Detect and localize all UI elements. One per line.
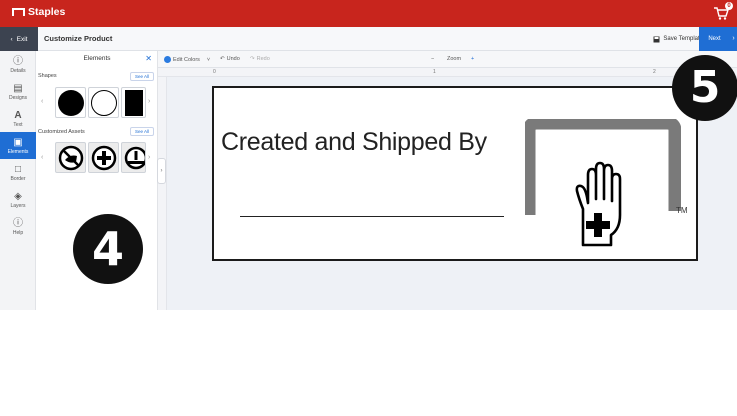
redo-label: Redo xyxy=(256,56,270,62)
rail-label: Border xyxy=(10,175,26,182)
rail-item-designs[interactable]: ▤ Designs xyxy=(0,78,36,105)
canvas-toolbar: Edit Colors ˅ ↶ Undo ↷ Redo − Zoom + xyxy=(158,51,737,68)
next-button[interactable]: Next xyxy=(699,27,730,51)
top-ruler: 0 1 2 xyxy=(158,68,737,77)
layers-icon: ◈ xyxy=(14,190,22,202)
step-callout-5: 5 xyxy=(672,55,737,121)
rail-item-details[interactable]: ⓘ Details xyxy=(0,51,36,78)
save-icon xyxy=(653,36,660,42)
undo-icon: ↶ xyxy=(220,56,225,62)
page-title: Customize Product xyxy=(44,34,113,43)
chevron-right-icon[interactable]: › xyxy=(148,98,150,105)
rail-label: Help xyxy=(12,229,24,236)
info-icon: ⓘ xyxy=(13,55,23,67)
rail-label: Layers xyxy=(10,202,26,209)
shape-filled-rectangle[interactable] xyxy=(121,87,146,118)
step-callout-4: 4 xyxy=(73,214,143,284)
border-icon: □ xyxy=(14,163,22,175)
edit-colors-button[interactable]: Edit Colors ˅ xyxy=(164,56,210,63)
rail-label: Designs xyxy=(8,94,28,101)
trademark-mark: TM xyxy=(676,206,688,215)
exit-button[interactable]: ‹ Exit xyxy=(0,27,38,51)
help-icon: ⓘ xyxy=(13,217,23,229)
panel-title: Elements xyxy=(83,55,111,62)
brand-bar: Staples 0 xyxy=(0,0,737,27)
chevron-left-icon[interactable]: ‹ xyxy=(41,154,43,161)
brand-name: Staples xyxy=(28,6,66,18)
zoom-in-button[interactable]: + xyxy=(471,56,474,62)
redo-button[interactable]: ↷ Redo xyxy=(250,56,270,62)
edit-colors-label: Edit Colors xyxy=(173,56,200,63)
left-ruler xyxy=(158,77,167,310)
collapse-panel-button[interactable]: › xyxy=(157,158,166,184)
staples-logo-mark xyxy=(12,8,25,16)
zoom-label: Zoom xyxy=(447,56,462,62)
shape-filled-circle[interactable] xyxy=(55,87,86,118)
page-footer-area xyxy=(0,310,737,416)
rail-item-text[interactable]: A Text xyxy=(0,105,36,132)
designs-icon: ▤ xyxy=(13,82,23,94)
hand-plus-logo[interactable] xyxy=(525,119,681,251)
close-icon[interactable]: ✕ xyxy=(145,54,152,63)
rail-label: Details xyxy=(10,67,26,74)
chevron-down-icon: ˅ xyxy=(206,56,211,63)
chevron-right-icon[interactable]: › xyxy=(148,154,150,161)
elements-icon: ▣ xyxy=(13,136,23,148)
minus-icon: − xyxy=(431,56,435,62)
undo-button[interactable]: ↶ Undo xyxy=(220,56,240,62)
text-icon: A xyxy=(14,109,22,121)
asset-plus-circle[interactable] xyxy=(88,142,119,173)
ruler-mark: 0 xyxy=(213,69,216,75)
chevron-left-icon[interactable]: ‹ xyxy=(41,98,43,105)
rail-item-help[interactable]: ⓘ Help xyxy=(0,213,36,240)
rail-item-layers[interactable]: ◈ Layers xyxy=(0,186,36,213)
asset-no-hand[interactable] xyxy=(55,142,86,173)
assets-see-all-button[interactable]: See All xyxy=(130,127,154,136)
shapes-see-all-button[interactable]: See All xyxy=(130,72,154,81)
signature-line[interactable] xyxy=(240,216,504,217)
chevron-left-icon: ‹ xyxy=(10,35,13,43)
rail-item-elements[interactable]: ▣ Elements xyxy=(0,132,36,159)
redo-icon: ↷ xyxy=(250,56,255,62)
shapes-section-label: Shapes xyxy=(38,73,57,79)
rail-label: Text xyxy=(13,121,23,128)
zoom-out-button[interactable]: − xyxy=(431,56,434,62)
chevron-right-icon[interactable]: › xyxy=(730,27,737,51)
label-headline[interactable]: Created and Shipped By xyxy=(221,128,487,157)
staples-logo[interactable]: Staples xyxy=(12,6,65,18)
ruler-mark: 2 xyxy=(653,69,656,75)
save-template-label: Save Template xyxy=(663,36,703,42)
shape-outline-circle[interactable] xyxy=(88,87,119,118)
tool-rail: ⓘ Details ▤ Designs A Text ▣ Elements □ … xyxy=(0,51,36,310)
assets-section-label: Customized Assets xyxy=(38,129,85,135)
cart-count-badge: 0 xyxy=(725,2,733,10)
rail-label: Elements xyxy=(7,148,29,155)
asset-medical[interactable] xyxy=(121,142,146,173)
customizer-app: Staples 0 ‹ Exit Customize Product Save … xyxy=(0,0,737,416)
next-label: Next xyxy=(708,36,721,42)
rail-item-border[interactable]: □ Border xyxy=(0,159,36,186)
ruler-mark: 1 xyxy=(433,69,436,75)
palette-icon xyxy=(164,56,171,63)
customizer-header: ‹ Exit Customize Product Save Template N… xyxy=(0,27,737,51)
undo-label: Undo xyxy=(226,56,240,62)
label-design[interactable]: Created and Shipped By TM xyxy=(212,86,698,261)
exit-label: Exit xyxy=(16,35,28,43)
plus-icon: + xyxy=(471,56,475,62)
